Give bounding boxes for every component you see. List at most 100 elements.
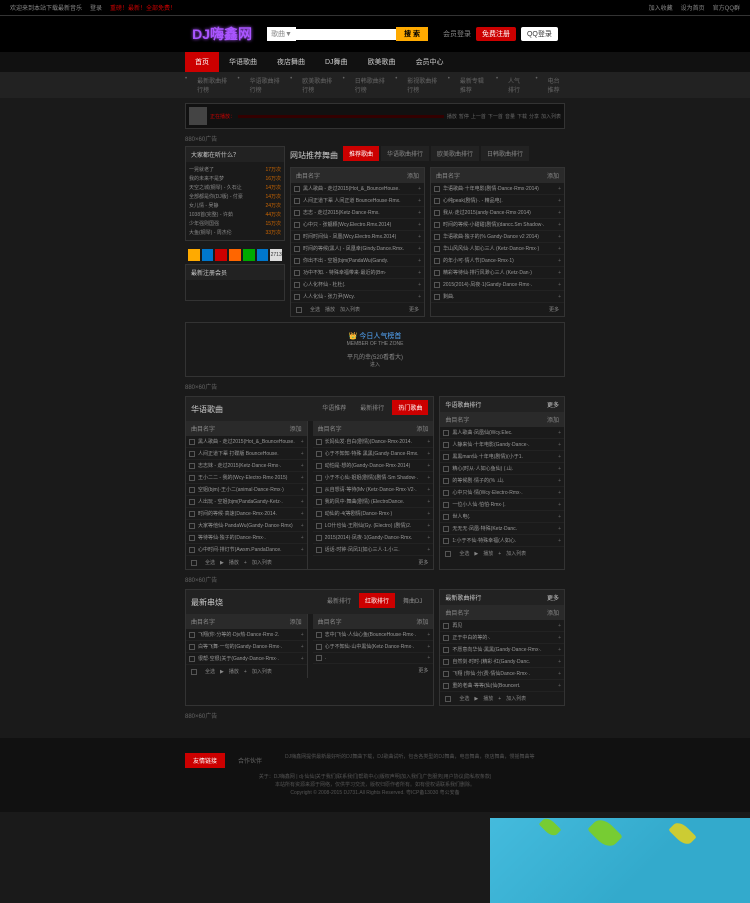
pause-btn[interactable]: 暂停	[459, 113, 469, 120]
song-name[interactable]: 心于不知仙·山中黑仙(Ketz·Dance·Rmx·.	[325, 643, 426, 650]
share-wechat-icon[interactable]	[243, 249, 255, 261]
song-row[interactable]: 时间的等候-小甜甜(剧情)(dancc.Sm Shadow·.+	[431, 219, 564, 231]
add-icon[interactable]: +	[301, 439, 304, 445]
song-name[interactable]: 大家等他仙·PandaWu(Gandy·Dance·Rmx)	[198, 522, 299, 529]
subnav-item[interactable]: 影视歌曲排行榜	[407, 76, 437, 94]
tab-huayu-rank[interactable]: 华语歌曲排行	[381, 146, 429, 161]
song-name[interactable]: 黑黑man仙·十年电(剧情)(小于1.	[452, 453, 556, 460]
hot-item[interactable]: 一晃就老了17万次	[189, 165, 281, 174]
song-name[interactable]: 重的老曲·等等(仙(仙(Bouncert.	[452, 682, 556, 689]
song-check[interactable]	[316, 487, 322, 493]
home-link[interactable]: 设为首页	[681, 3, 705, 12]
add-icon[interactable]: +	[418, 198, 421, 204]
song-row[interactable]: 2015(2014)·凤夜·1(Gandy·Dance·Rmx.+	[313, 532, 434, 544]
song-check[interactable]	[443, 502, 449, 508]
add-icon[interactable]: +	[418, 222, 421, 228]
song-row[interactable]: 的等候剧·情子的(% .山.+	[440, 475, 564, 487]
song-check[interactable]	[443, 659, 449, 665]
song-name[interactable]: 再见	[452, 622, 556, 629]
player-cover[interactable]	[189, 107, 207, 125]
song-row[interactable]: 心纯peak(剧情)·. - 精品电(.+	[431, 195, 564, 207]
song-row[interactable]: 时间的等候(黑人) - 凤凰幸(Gindy.Dance.Rmx.+	[291, 243, 424, 255]
hot-item[interactable]: 女儿情 - 吴静24万次	[189, 201, 281, 210]
play-selected[interactable]: ▶	[220, 669, 224, 675]
tab-latest-dj[interactable]: 舞曲DJ	[397, 593, 428, 608]
song-row[interactable]: 心于不知知·特殊 黑黑(Gandy·Dance·Rmx.+	[313, 448, 434, 460]
song-name[interactable]: 黑人歌曲·凤凰仙(Wcy.Elec.	[452, 429, 556, 436]
nav-member[interactable]: 会员中心	[406, 52, 454, 72]
add-icon[interactable]: +	[427, 547, 430, 553]
song-row[interactable]: 精心(时从·人如心鱼仙) (.山.+	[440, 463, 564, 475]
song-check[interactable]	[316, 644, 322, 650]
song-row[interactable]: 人出玩 - 空姐(bjm(PandaGandy-Ketz·.+	[186, 496, 307, 508]
song-check[interactable]	[434, 210, 440, 216]
song-check[interactable]	[294, 258, 300, 264]
select-all-check[interactable]	[445, 696, 451, 702]
footer-tab-partners[interactable]: 合作伙伴	[230, 753, 270, 768]
song-check[interactable]	[434, 282, 440, 288]
subnav-item[interactable]: 最新专辑推荐	[460, 76, 486, 94]
zone-enter[interactable]: 进入	[194, 361, 556, 368]
song-row[interactable]: 长妈仙发·自白(剧情)(Dance·Rmx·2014.+	[313, 436, 434, 448]
add-icon[interactable]: +	[418, 210, 421, 216]
add-icon[interactable]: +	[427, 535, 430, 541]
add-icon[interactable]: +	[301, 463, 304, 469]
song-check[interactable]	[189, 463, 195, 469]
subnav-item[interactable]: 人气排行	[508, 76, 525, 94]
more-link[interactable]: 更多	[547, 593, 559, 602]
add-icon[interactable]: +	[301, 523, 304, 529]
search-button[interactable]: 搜 索	[396, 27, 428, 41]
song-row[interactable]: 心中只仙·情(Wcy·Electro·Rmx·.+	[440, 487, 564, 499]
subnav-item[interactable]: 日韩歌曲排行榜	[355, 76, 385, 94]
song-name[interactable]: 从自想请·等待(Mv (Ketz·Dance·Rmx·V2·.	[325, 486, 426, 493]
add-icon[interactable]: +	[301, 632, 304, 638]
song-check[interactable]	[434, 234, 440, 240]
song-row[interactable]: 空姐(bjm)·王小二(animal·Dance·Rmx·)+	[186, 484, 307, 496]
add-selected[interactable]: +	[498, 696, 501, 702]
song-row[interactable]: 无无无·凤凰·特殊(Ketz·Danc.+	[440, 523, 564, 535]
add-icon[interactable]: +	[558, 270, 561, 276]
song-check[interactable]	[189, 499, 195, 505]
song-check[interactable]	[316, 439, 322, 445]
song-row[interactable]: 志中(飞仙·人仙心鱼(BounceHouse·Rmx·.+	[313, 629, 434, 641]
song-name[interactable]: 时间的等候(黑人) - 凤凰幸(Gindy.Dance.Rmx.	[303, 245, 416, 252]
song-name[interactable]: 无无无·凤凰·特殊(Ketz·Danc.	[452, 525, 556, 532]
more-link[interactable]: 更多	[547, 400, 559, 409]
song-check[interactable]	[316, 523, 322, 529]
song-name[interactable]: 世人电(.	[452, 513, 556, 520]
song-check[interactable]	[189, 547, 195, 553]
song-name[interactable]: 心中时间·排灯节(Awsm.PandaDance.	[198, 546, 299, 553]
song-name[interactable]: 一位小人仙·怕怕·Rmx·(.	[452, 501, 556, 508]
select-all-check[interactable]	[191, 560, 197, 566]
song-check[interactable]	[443, 478, 449, 484]
add-icon[interactable]: +	[418, 186, 421, 192]
add-icon[interactable]: +	[558, 623, 561, 629]
song-name[interactable]: 人人化仙 - 张力尹(Wcy.	[303, 293, 416, 300]
song-check[interactable]	[434, 294, 440, 300]
add-icon[interactable]: +	[558, 671, 561, 677]
more-link[interactable]: 更多	[418, 559, 428, 566]
song-name[interactable]: 我从·走过2015(andy·Dance·Rmx·2014)	[443, 209, 556, 216]
song-row[interactable]: 大家等他仙·PandaWu(Gandy·Dance·Rmx)+	[186, 520, 307, 532]
song-row[interactable]: 黑人歌曲·凤凰仙(Wcy.Elec.+	[440, 427, 564, 439]
add-icon[interactable]: +	[558, 502, 561, 508]
nav-yedian[interactable]: 夜店舞曲	[267, 52, 315, 72]
song-name[interactable]: LO什也仙·王刚仙(Gy. (Electro) (剧情)2.	[325, 522, 426, 529]
subnav-item[interactable]: 欧美歌曲排行榜	[302, 76, 332, 94]
add-icon[interactable]: +	[558, 210, 561, 216]
song-check[interactable]	[189, 439, 195, 445]
add-icon[interactable]: +	[418, 234, 421, 240]
add-icon[interactable]: +	[558, 282, 561, 288]
song-row[interactable]: 人静来仙·十年电影(Gandy·Dance·.+	[440, 439, 564, 451]
hot-item[interactable]: 大鱼(钢琴) - 周杰伦33万次	[189, 228, 281, 237]
song-check[interactable]	[434, 222, 440, 228]
song-row[interactable]: 人间正道下辈 人间正道 BounceHouse·Rmx.+	[291, 195, 424, 207]
search-input[interactable]	[296, 29, 396, 40]
add-icon[interactable]: +	[301, 547, 304, 553]
song-check[interactable]	[443, 430, 449, 436]
song-name[interactable]: 黑人歌曲 - 走过2015(Hot_&_BounceHouse.	[198, 438, 299, 445]
more-link[interactable]: 更多	[418, 667, 428, 674]
qq-login-btn[interactable]: QQ登录	[521, 27, 558, 41]
volume-btn[interactable]: 音量	[505, 113, 515, 120]
song-check[interactable]	[294, 222, 300, 228]
